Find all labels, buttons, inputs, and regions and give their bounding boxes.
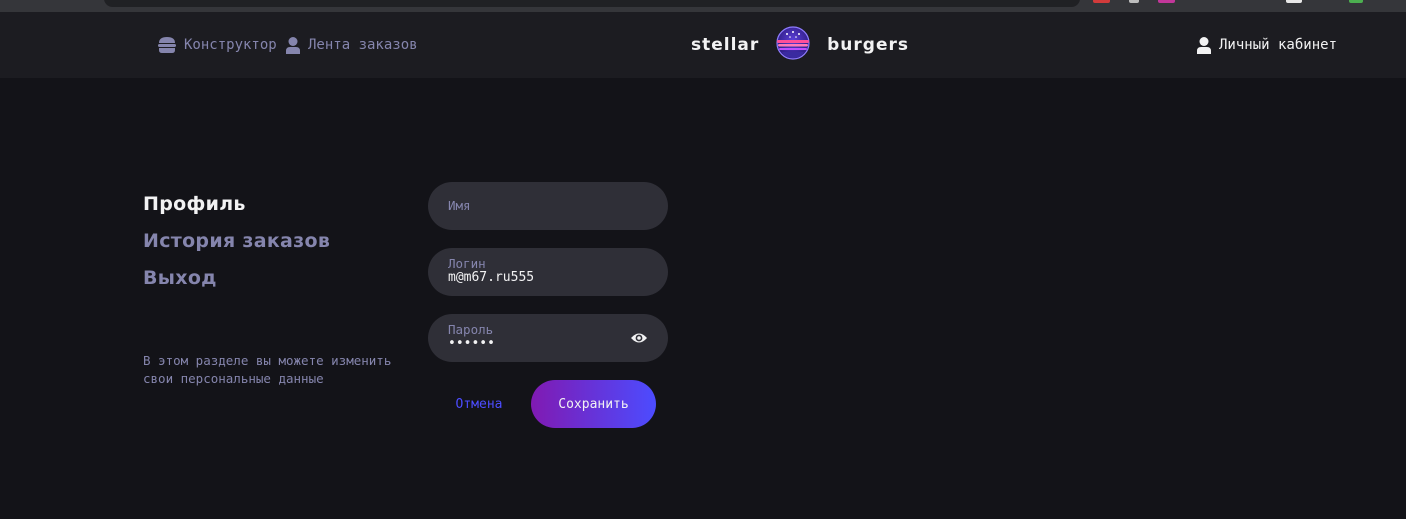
- cancel-button[interactable]: Отмена: [443, 380, 515, 428]
- login-value: m@m67.ru555: [448, 270, 535, 285]
- extension-icon[interactable]: [1286, 0, 1302, 3]
- password-field[interactable]: Пароль ••••••: [428, 314, 668, 362]
- address-bar[interactable]: [104, 0, 1080, 7]
- login-label: Логин: [448, 256, 486, 271]
- login-field[interactable]: Логин m@m67.ru555: [428, 248, 668, 296]
- nav-order-feed-label: Лента заказов: [308, 37, 418, 53]
- burger-icon: [158, 37, 176, 53]
- name-placeholder: Имя: [448, 198, 471, 213]
- user-icon: [1197, 36, 1211, 54]
- logo[interactable]: stellar burgers: [691, 26, 909, 64]
- nav-constructor[interactable]: Конструктор: [158, 12, 277, 78]
- logo-text-left: stellar: [691, 35, 760, 55]
- profile-link[interactable]: Профиль: [143, 186, 330, 223]
- name-field[interactable]: Имя: [428, 182, 668, 230]
- browser-toolbar: [0, 0, 1406, 12]
- nav-personal-account[interactable]: Личный кабинет: [1197, 12, 1337, 78]
- user-icon: [286, 36, 300, 54]
- password-value: ••••••: [448, 336, 495, 351]
- logo-text-right: burgers: [827, 35, 909, 55]
- order-history-link[interactable]: История заказов: [143, 223, 330, 260]
- logout-link[interactable]: Выход: [143, 260, 330, 297]
- save-button[interactable]: Сохранить: [531, 380, 656, 428]
- nav-constructor-label: Конструктор: [184, 37, 277, 53]
- app-header: Конструктор Лента заказов stellar burger…: [0, 12, 1406, 78]
- extension-icon[interactable]: [1129, 0, 1139, 3]
- profile-avatar-icon[interactable]: [1349, 0, 1363, 3]
- nav-personal-account-label: Личный кабинет: [1219, 37, 1338, 53]
- planet-burger-logo-icon: [775, 25, 811, 65]
- show-password-eye-icon[interactable]: [630, 330, 648, 346]
- nav-order-feed[interactable]: Лента заказов: [286, 12, 418, 78]
- extension-icon[interactable]: [1093, 0, 1110, 3]
- profile-sidebar: Профиль История заказов Выход: [143, 186, 330, 297]
- extension-icon[interactable]: [1158, 0, 1175, 3]
- password-label: Пароль: [448, 322, 494, 337]
- profile-hint-text: В этом разделе вы можете изменить свои п…: [143, 353, 392, 386]
